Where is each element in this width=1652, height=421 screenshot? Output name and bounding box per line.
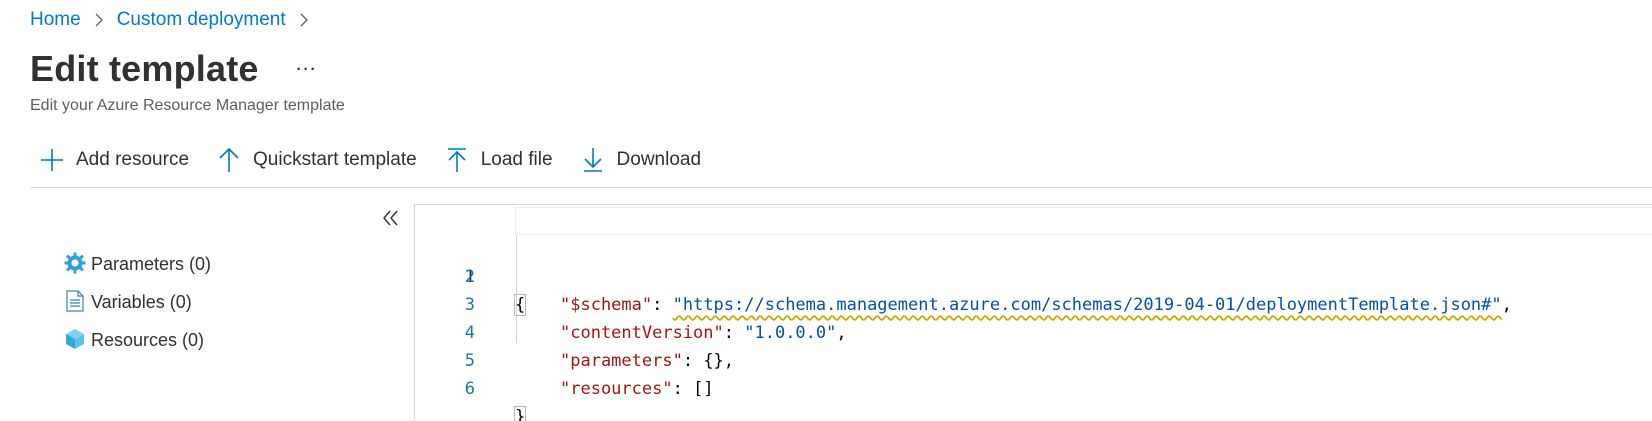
- tree-item-parameters[interactable]: Parameters (0): [64, 245, 211, 283]
- add-resource-button[interactable]: Add resource: [30, 147, 189, 173]
- toolbar-divider: [30, 187, 1652, 188]
- double-chevron-left-icon: [383, 210, 398, 226]
- plus-icon: [40, 147, 64, 173]
- chevron-right-icon: [298, 13, 310, 27]
- download-button[interactable]: Download: [571, 147, 702, 173]
- breadcrumb-home[interactable]: Home: [30, 9, 81, 31]
- quickstart-template-button[interactable]: Quickstart template: [207, 147, 417, 173]
- load-file-button[interactable]: Load file: [435, 147, 553, 173]
- upload-icon: [445, 147, 469, 173]
- download-label: Download: [616, 149, 702, 170]
- more-options-button[interactable]: …: [295, 52, 317, 74]
- line-number: 6: [464, 379, 475, 399]
- command-bar: Add resource Quickstart template Load fi…: [30, 140, 719, 180]
- tree-item-resources[interactable]: Resources (0): [64, 321, 211, 359]
- current-line-highlight: [515, 207, 1652, 235]
- download-icon: [581, 147, 605, 173]
- arrow-up-icon: [217, 147, 241, 173]
- edit-template-page: Home Custom deployment Edit template … E…: [0, 0, 1652, 421]
- cube-icon: [64, 328, 88, 352]
- tree-item-variables[interactable]: Variables (0): [64, 283, 211, 321]
- code-line: 3 "contentVersion": "1.0.0.0",: [415, 263, 1652, 343]
- load-file-label: Load file: [480, 149, 553, 170]
- code-editor[interactable]: 1 { 2 "$schema": "https://schema.managem…: [414, 204, 1652, 421]
- page-subtitle: Edit your Azure Resource Manager templat…: [30, 97, 345, 114]
- code-line: 1 {: [415, 207, 1652, 316]
- tree-item-label: Parameters (0): [91, 253, 212, 274]
- code-line: 4 "parameters": {},: [415, 291, 1652, 371]
- page-title: Edit template: [30, 48, 259, 89]
- add-resource-label: Add resource: [76, 149, 190, 170]
- quickstart-template-label: Quickstart template: [253, 149, 417, 170]
- code-line: 5 "resources": []: [415, 319, 1652, 399]
- template-outline: Parameters (0) Variables (0) Resources (…: [64, 245, 211, 359]
- document-icon: [64, 290, 88, 314]
- gear-icon: [64, 252, 88, 276]
- code-line: 6 }: [415, 347, 1652, 421]
- code-brace: }: [513, 406, 527, 421]
- breadcrumb-custom-deployment[interactable]: Custom deployment: [117, 9, 286, 31]
- json-key: "resources": [560, 379, 673, 399]
- json-array-value: []: [693, 379, 714, 399]
- chevron-right-icon: [93, 13, 105, 27]
- breadcrumb: Home Custom deployment: [30, 9, 322, 31]
- title-row: Edit template …: [30, 48, 317, 90]
- tree-item-label: Resources (0): [91, 329, 205, 350]
- collapse-panel-button[interactable]: [382, 207, 400, 233]
- code-line: 2 "$schema": "https://schema.management.…: [415, 235, 1652, 315]
- tree-item-label: Variables (0): [91, 291, 192, 312]
